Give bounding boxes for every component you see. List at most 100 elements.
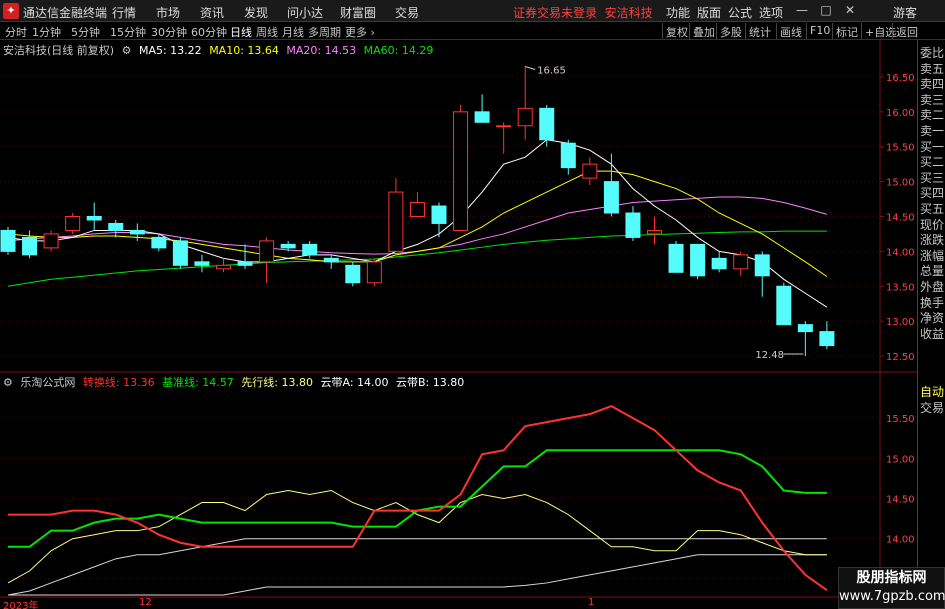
sidebar-item-5[interactable]: 卖一	[920, 124, 945, 139]
menu-hangqing[interactable]: 行情	[112, 4, 136, 21]
btn-huaxian[interactable]: 画线	[776, 23, 805, 39]
sidebar-item-2[interactable]: 卖四	[920, 77, 945, 92]
guest-label[interactable]: 游客	[893, 4, 917, 21]
candle[interactable]	[259, 237, 275, 283]
btn-diejia[interactable]: 叠加	[689, 23, 718, 39]
candle[interactable]	[431, 202, 447, 238]
candle[interactable]	[496, 122, 512, 154]
sidebar-item-0[interactable]: 委比	[920, 46, 945, 61]
candle[interactable]	[603, 153, 619, 217]
close-icon[interactable]: ✕	[842, 3, 858, 17]
period-fenshi[interactable]: 分时	[5, 24, 27, 40]
candle[interactable]	[86, 202, 102, 231]
sidebar-item-9[interactable]: 买四	[920, 186, 945, 201]
menu-jiaoyi[interactable]: 交易	[395, 4, 419, 21]
sidebar-item-15[interactable]: 外盘	[920, 280, 945, 295]
candle[interactable]	[647, 216, 662, 245]
candle[interactable]	[625, 206, 641, 241]
ind-line-yundaiB	[8, 554, 827, 596]
period-30min[interactable]: 30分钟	[151, 24, 187, 40]
candle[interactable]	[366, 258, 382, 287]
candle[interactable]	[43, 230, 59, 252]
candle[interactable]	[65, 213, 81, 234]
quote-sidebar: 委比 卖五 卖四 卖三 卖二 卖一 买一 买二 买三 买四 买五 现价 涨跌 涨幅 总量 外盘 换手 净资 收益自动…	[917, 40, 945, 609]
candle[interactable]	[237, 244, 253, 269]
menu-shichang[interactable]: 市场	[156, 4, 180, 21]
candle[interactable]	[776, 282, 792, 326]
sidebar-item-3[interactable]: 卖三	[920, 93, 945, 108]
menu-gongneng[interactable]: 功能	[666, 4, 690, 21]
candle[interactable]	[582, 157, 598, 186]
sidebar-item-6[interactable]: 买一	[920, 140, 945, 155]
period-toolbar: 分时 1分钟 5分钟 15分钟 30分钟 60分钟 日线 周线 月线 多周期 更…	[0, 22, 945, 40]
sidebar-item-7[interactable]: 买二	[920, 155, 945, 170]
maximize-icon[interactable]: □	[818, 3, 834, 17]
btn-fuquan[interactable]: 复权	[662, 23, 691, 39]
sidebar-item-18[interactable]: 收益	[920, 327, 945, 342]
sidebar-item-17[interactable]: 净资	[920, 311, 945, 326]
period-daily[interactable]: 日线	[230, 24, 252, 40]
sidebar-item-4[interactable]: 卖二	[920, 108, 945, 123]
candle[interactable]	[754, 251, 770, 297]
sidebar-item-13[interactable]: 涨幅	[920, 249, 945, 264]
candle-body	[302, 243, 318, 256]
legend-ma10: MA10: 13.64	[209, 44, 279, 57]
candle[interactable]	[323, 254, 339, 269]
menu-zixun[interactable]: 资讯	[200, 4, 224, 21]
candle[interactable]	[108, 219, 124, 238]
period-15min[interactable]: 15分钟	[110, 24, 146, 40]
btn-biaoji[interactable]: 标记	[832, 23, 861, 39]
candle[interactable]	[194, 254, 210, 273]
candle[interactable]	[819, 321, 835, 350]
menu-wenxiaoda[interactable]: 问小达	[287, 4, 323, 21]
period-60min[interactable]: 60分钟	[191, 24, 227, 40]
ind-tick-label: 14.00	[886, 535, 915, 546]
candle[interactable]	[668, 240, 684, 273]
candle[interactable]	[733, 251, 749, 276]
menu-caifuquan[interactable]: 财富圈	[340, 4, 376, 21]
chart-svg[interactable]: 16.50 16.00 15.50 15.00 14.50 14.00 13.50 13.00…	[0, 40, 917, 609]
candle[interactable]	[345, 261, 361, 287]
btn-f10[interactable]: F10	[806, 23, 833, 39]
menu-banmian[interactable]: 版面	[697, 4, 721, 21]
indicator-settings-icon[interactable]: ⚙	[3, 376, 13, 389]
candle[interactable]	[216, 258, 231, 273]
sidebar-item-12[interactable]: 涨跌	[920, 233, 945, 248]
sidebar-item-14[interactable]: 总量	[920, 264, 945, 279]
candle[interactable]	[711, 251, 727, 273]
menu-gongshi[interactable]: 公式	[728, 4, 752, 21]
sidebar-item-10[interactable]: 买五	[920, 202, 945, 217]
sidebar-item-19[interactable]: 自动	[920, 385, 945, 400]
settings-gear-icon[interactable]: ⚙	[122, 44, 132, 57]
candle[interactable]	[0, 226, 16, 255]
sidebar-item-16[interactable]: 换手	[920, 296, 945, 311]
candle[interactable]	[474, 94, 490, 123]
btn-duogu[interactable]: 多股	[716, 23, 745, 39]
candle[interactable]	[517, 66, 533, 140]
period-monthly[interactable]: 月线	[282, 24, 304, 40]
sidebar-item-1[interactable]: 卖五	[920, 62, 945, 77]
candle[interactable]	[560, 139, 576, 175]
period-1min[interactable]: 1分钟	[32, 24, 61, 40]
period-5min[interactable]: 5分钟	[71, 24, 100, 40]
period-weekly[interactable]: 周线	[256, 24, 278, 40]
btn-back[interactable]: 返回	[892, 23, 921, 39]
minimize-icon[interactable]: —	[794, 3, 810, 17]
sidebar-item-8[interactable]: 买三	[920, 171, 945, 186]
candle[interactable]	[409, 192, 425, 217]
candle[interactable]	[129, 223, 145, 241]
sidebar-item-20[interactable]: 交易	[920, 401, 945, 416]
btn-tongji[interactable]: 统计	[745, 23, 774, 39]
candle[interactable]	[172, 237, 188, 269]
period-more[interactable]: 更多 ›	[345, 24, 375, 40]
candle[interactable]	[388, 178, 404, 252]
candle[interactable]	[797, 321, 813, 357]
login-notice[interactable]: 证券交易未登录 安洁科技	[513, 4, 653, 21]
sidebar-item-11[interactable]: 现价	[920, 218, 945, 233]
candle[interactable]	[690, 243, 706, 280]
candle[interactable]	[453, 104, 469, 231]
period-multi[interactable]: 多周期	[308, 24, 341, 40]
candle[interactable]	[22, 230, 38, 259]
menu-faxian[interactable]: 发现	[244, 4, 268, 21]
menu-xuanxiang[interactable]: 选项	[759, 4, 783, 21]
